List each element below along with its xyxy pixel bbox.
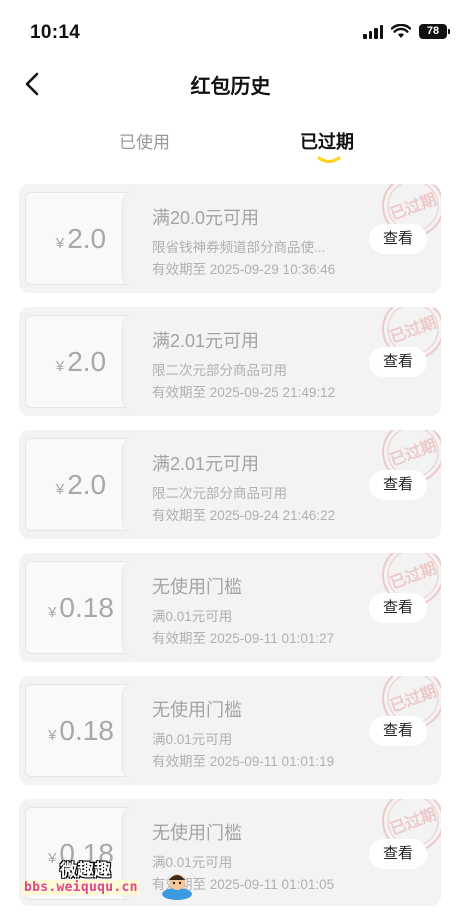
view-button[interactable]: 查看 [369,224,427,254]
battery-icon: 78 [419,24,450,39]
coupon-amount-box: ¥ 2.0 [25,437,150,534]
coupon-expiry: 有效期至 2025-09-24 21:46:22 [152,508,336,523]
status-bar: 10:14 78 [0,0,461,64]
coupon-desc: 满0.01元可用 [152,609,233,624]
tab-bar: 已使用 已过期 [0,128,461,168]
currency-symbol: ¥ [48,726,57,744]
stamp-text: 已过期 [387,558,439,592]
coupon-amount-box: ¥ 0.18 [25,560,150,657]
coupon-card: 已过期 ¥ 2.0 满2.01元可用 限二次元部分商品可用 有效期至 2025-… [19,307,441,416]
coupon-title: 满2.01元可用 [152,331,260,351]
coupon-amount-box: ¥ 0.18 [25,683,150,780]
coupon-notch [122,191,150,288]
view-button[interactable]: 查看 [369,839,427,869]
view-button[interactable]: 查看 [369,470,427,500]
coupon-desc: 满0.01元可用 [152,732,233,747]
currency-symbol: ¥ [55,357,65,375]
coupon-card: 已过期 ¥ 2.0 满20.0元可用 限省钱神券频道部分商品使... 有效期至 … [19,184,441,293]
coupon-title: 无使用门槛 [152,577,242,597]
active-tab-indicator [317,156,341,163]
coupon-title: 满20.0元可用 [152,208,260,228]
amount-value: 2.0 [67,468,107,500]
coupon-expiry: 有效期至 2025-09-29 10:36:46 [152,262,336,277]
amount-value: 0.18 [59,591,114,623]
status-time: 10:14 [30,22,81,43]
watermark-url: bbs.weiququ.cn [22,880,140,895]
coupon-notch [122,437,150,534]
coupon-amount: ¥ 0.18 [48,715,114,747]
currency-symbol: ¥ [48,603,57,621]
page-title: 红包历史 [190,76,271,98]
nav-bar: 红包历史 [0,64,461,104]
stamp-text: 已过期 [387,189,439,223]
coupon-desc: 限二次元部分商品可用 [152,363,287,378]
stamp-text: 已过期 [387,804,439,838]
view-button[interactable]: 查看 [369,716,427,746]
coupon-notch [122,683,150,780]
coupon-amount-box: ¥ 2.0 [25,191,150,288]
coupon-card: 已过期 ¥ 2.0 满2.01元可用 限二次元部分商品可用 有效期至 2025-… [19,430,441,539]
coupon-amount: ¥ 2.0 [56,346,106,378]
view-button[interactable]: 查看 [369,593,427,623]
currency-symbol: ¥ [55,234,65,252]
coupon-expiry: 有效期至 2025-09-11 01:01:27 [152,631,335,646]
coupon-amount: ¥ 0.18 [48,592,114,624]
mascot-icon [162,874,192,900]
currency-symbol: ¥ [55,480,65,498]
watermark: 微趣趣 bbs.weiququ.cn [22,852,222,908]
coupon-amount: ¥ 2.0 [56,223,106,255]
amount-value: 2.0 [67,222,107,254]
status-icons: 78 [363,24,450,39]
cellular-signal-icon [363,24,383,39]
coupon-title: 无使用门槛 [152,700,242,720]
watermark-title: 微趣趣 [60,861,111,880]
coupon-expiry: 有效期至 2025-09-25 21:49:12 [152,385,336,400]
stamp-text: 已过期 [387,681,439,715]
coupon-title: 满2.01元可用 [152,454,260,474]
wifi-icon [391,24,411,38]
view-button[interactable]: 查看 [369,347,427,377]
coupon-card: 已过期 ¥ 0.18 无使用门槛 满0.01元可用 有效期至 2025-09-1… [19,553,441,662]
coupon-card: 已过期 ¥ 0.18 无使用门槛 满0.01元可用 有效期至 2025-09-1… [19,676,441,785]
coupon-notch [122,560,150,657]
amount-value: 0.18 [59,714,114,746]
coupon-desc: 限省钱神券频道部分商品使... [152,240,326,255]
coupon-expiry: 有效期至 2025-09-11 01:01:19 [152,754,335,769]
stamp-text: 已过期 [387,435,439,469]
coupon-amount: ¥ 2.0 [56,469,106,501]
stamp-text: 已过期 [387,312,439,346]
coupon-amount-box: ¥ 2.0 [25,314,150,411]
amount-value: 2.0 [67,345,107,377]
tab-expired[interactable]: 已过期 [300,128,354,154]
coupon-desc: 限二次元部分商品可用 [152,486,287,501]
tab-used[interactable]: 已使用 [119,128,170,153]
coupon-notch [122,314,150,411]
coupon-title: 无使用门槛 [152,823,242,843]
